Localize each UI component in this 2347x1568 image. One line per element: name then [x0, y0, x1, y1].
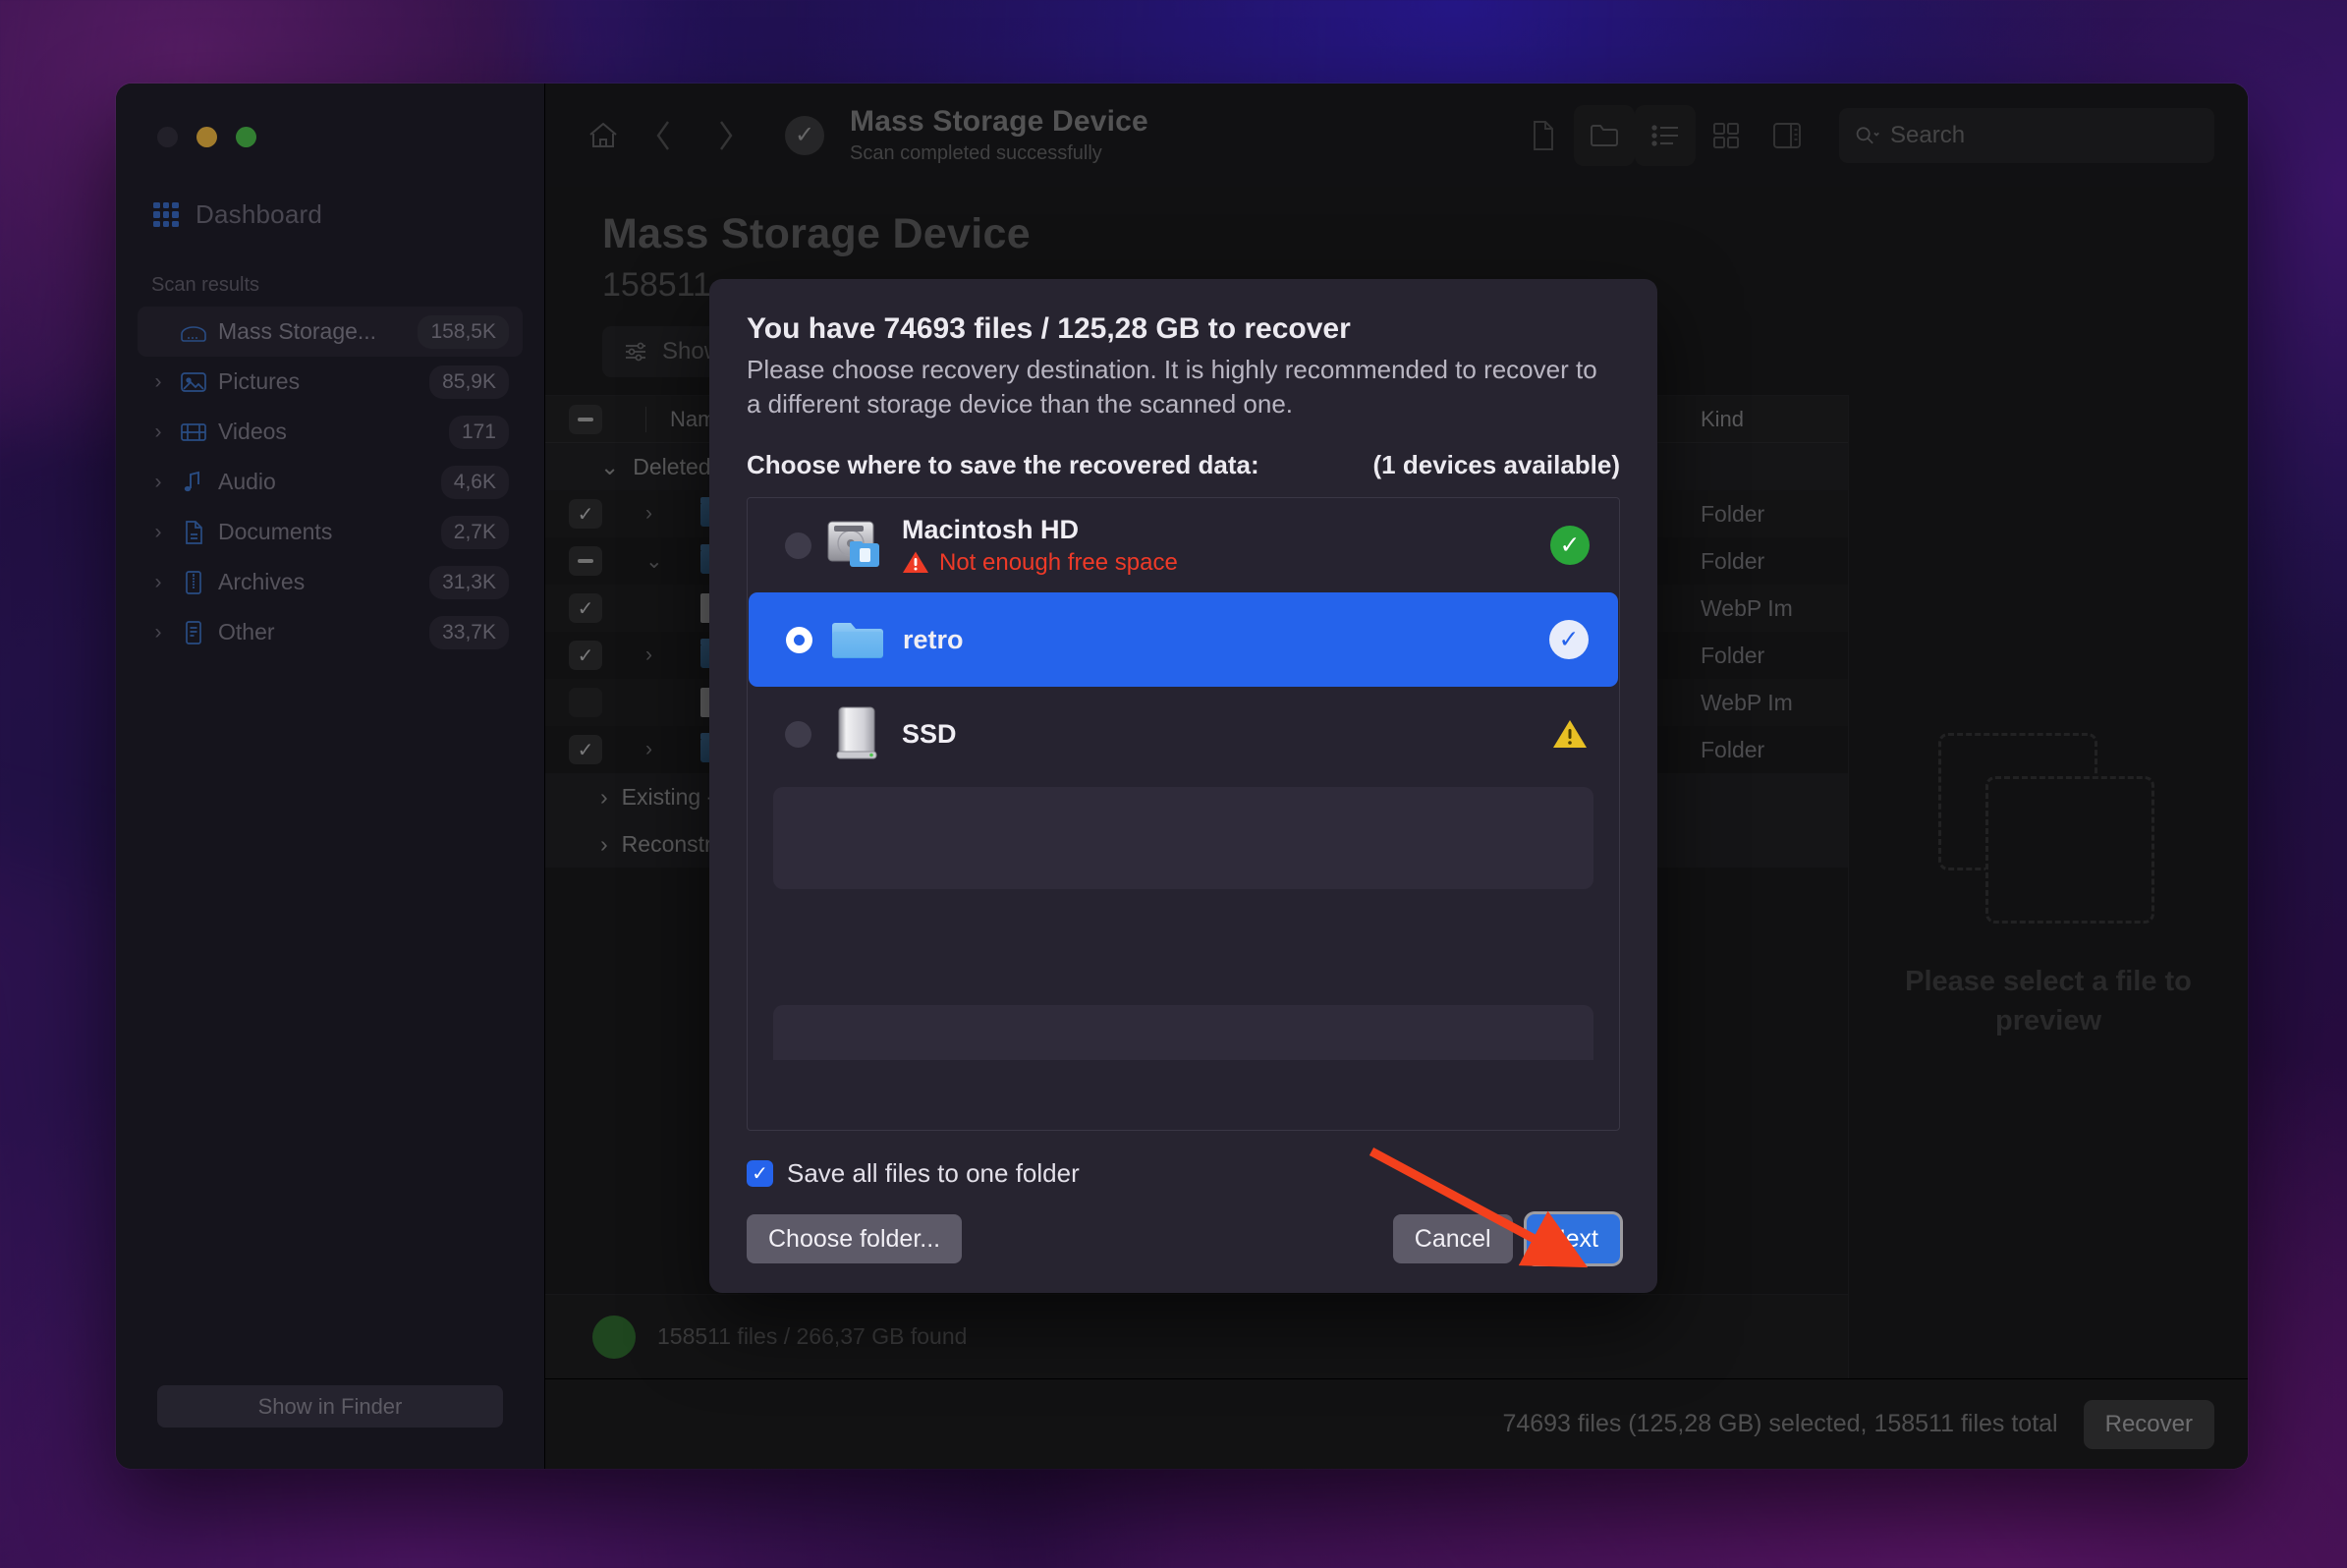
- dialog-title: You have 74693 files / 125,28 GB to reco…: [747, 312, 1351, 345]
- save-one-folder-label: Save all files to one folder: [787, 1158, 1080, 1188]
- internal-hard-drive-icon: [811, 518, 902, 573]
- device-warning: Not enough free space: [902, 549, 1550, 577]
- green-check-badge: ✓: [1550, 526, 1590, 566]
- save-one-folder-option[interactable]: ✓ Save all files to one folder: [747, 1158, 1620, 1189]
- device-name: SSD: [902, 718, 957, 749]
- device-radio[interactable]: [785, 720, 811, 748]
- device-radio[interactable]: [786, 626, 812, 653]
- device-info: retro: [903, 625, 1549, 655]
- device-placeholder-row: [773, 787, 1593, 890]
- device-row-macintosh-hd[interactable]: Macintosh HD Not enough free space ✓: [748, 498, 1619, 592]
- red-warning-triangle-icon: [903, 551, 928, 574]
- dialog-description: Please choose recovery destination. It i…: [747, 355, 1597, 419]
- destination-device-list[interactable]: Macintosh HD Not enough free space ✓ ret…: [747, 497, 1620, 1131]
- device-name: retro: [903, 624, 964, 654]
- recovery-destination-dialog: You have 74693 files / 125,28 GB to reco…: [709, 279, 1657, 1293]
- device-info: SSD: [902, 719, 1550, 750]
- next-button[interactable]: Next: [1526, 1214, 1620, 1263]
- choose-folder-button[interactable]: Choose folder...: [747, 1214, 963, 1263]
- device-row-retro[interactable]: retro ✓: [749, 592, 1618, 688]
- white-check-badge: ✓: [1549, 620, 1589, 660]
- yellow-warning-badge: [1550, 714, 1590, 754]
- blue-folder-icon: [812, 616, 903, 663]
- dialog-actions: Choose folder... Cancel Next: [747, 1214, 1620, 1263]
- device-name: Macintosh HD: [902, 514, 1080, 544]
- device-info: Macintosh HD Not enough free space: [902, 515, 1550, 577]
- dialog-choose-row: Choose where to save the recovered data:…: [747, 450, 1620, 480]
- external-drive-icon: [811, 705, 902, 762]
- save-one-folder-checkbox[interactable]: ✓: [747, 1160, 773, 1187]
- device-placeholder-row: [773, 1005, 1593, 1061]
- device-row-ssd[interactable]: SSD: [748, 687, 1619, 781]
- devices-available-count: (1 devices available): [1372, 450, 1620, 480]
- dialog-primary-actions: Cancel Next: [1392, 1214, 1620, 1263]
- device-warning-text: Not enough free space: [939, 548, 1178, 576]
- choose-destination-label: Choose where to save the recovered data:: [747, 450, 1259, 480]
- device-radio[interactable]: [785, 532, 811, 559]
- cancel-button[interactable]: Cancel: [1392, 1214, 1513, 1263]
